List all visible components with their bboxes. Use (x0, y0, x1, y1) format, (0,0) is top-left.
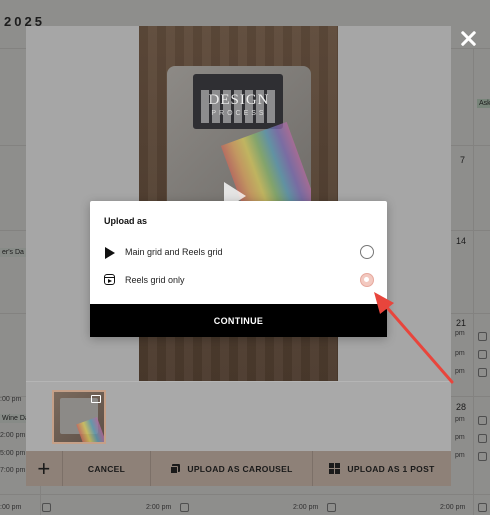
preview-card-title: DESIGN (208, 92, 270, 108)
add-media-button[interactable]: + (26, 451, 63, 486)
option-label: Main grid and Reels grid (125, 247, 223, 257)
option-label: Reels grid only (125, 275, 185, 285)
radio-main-grid-and-reels[interactable] (360, 245, 374, 259)
upload-as-carousel-label: UPLOAD AS CAROUSEL (187, 463, 293, 474)
plus-icon: + (37, 455, 51, 481)
option-main-grid-and-reels[interactable]: Main grid and Reels grid (104, 244, 374, 262)
upload-as-dialog: Upload as Main grid and Reels grid Reels… (90, 201, 387, 337)
continue-button[interactable]: CONTINUE (90, 304, 387, 337)
upload-as-single-post-label: UPLOAD AS 1 POST (347, 463, 435, 474)
upload-as-single-post-button[interactable]: UPLOAD AS 1 POST (313, 451, 451, 486)
video-camera-icon (91, 395, 101, 403)
dialog-title: Upload as (104, 216, 148, 226)
play-icon (105, 247, 115, 259)
radio-reels-grid-only[interactable] (360, 273, 374, 287)
cancel-button[interactable]: CANCEL (63, 451, 151, 486)
modal-toolbar: + CANCEL UPLOAD AS CAROUSEL UPLOAD AS 1 … (26, 451, 451, 486)
cancel-label: CANCEL (87, 463, 126, 474)
thumbnail-strip (26, 381, 451, 452)
reels-icon (104, 274, 115, 285)
upload-as-carousel-button[interactable]: UPLOAD AS CAROUSEL (151, 451, 313, 486)
carousel-icon (170, 463, 181, 474)
preview-card-subtitle: PROCESS (211, 110, 267, 117)
close-icon[interactable] (458, 28, 478, 48)
grid-icon (329, 463, 341, 474)
media-thumbnail[interactable] (52, 390, 106, 444)
option-reels-grid-only[interactable]: Reels grid only (104, 272, 374, 290)
